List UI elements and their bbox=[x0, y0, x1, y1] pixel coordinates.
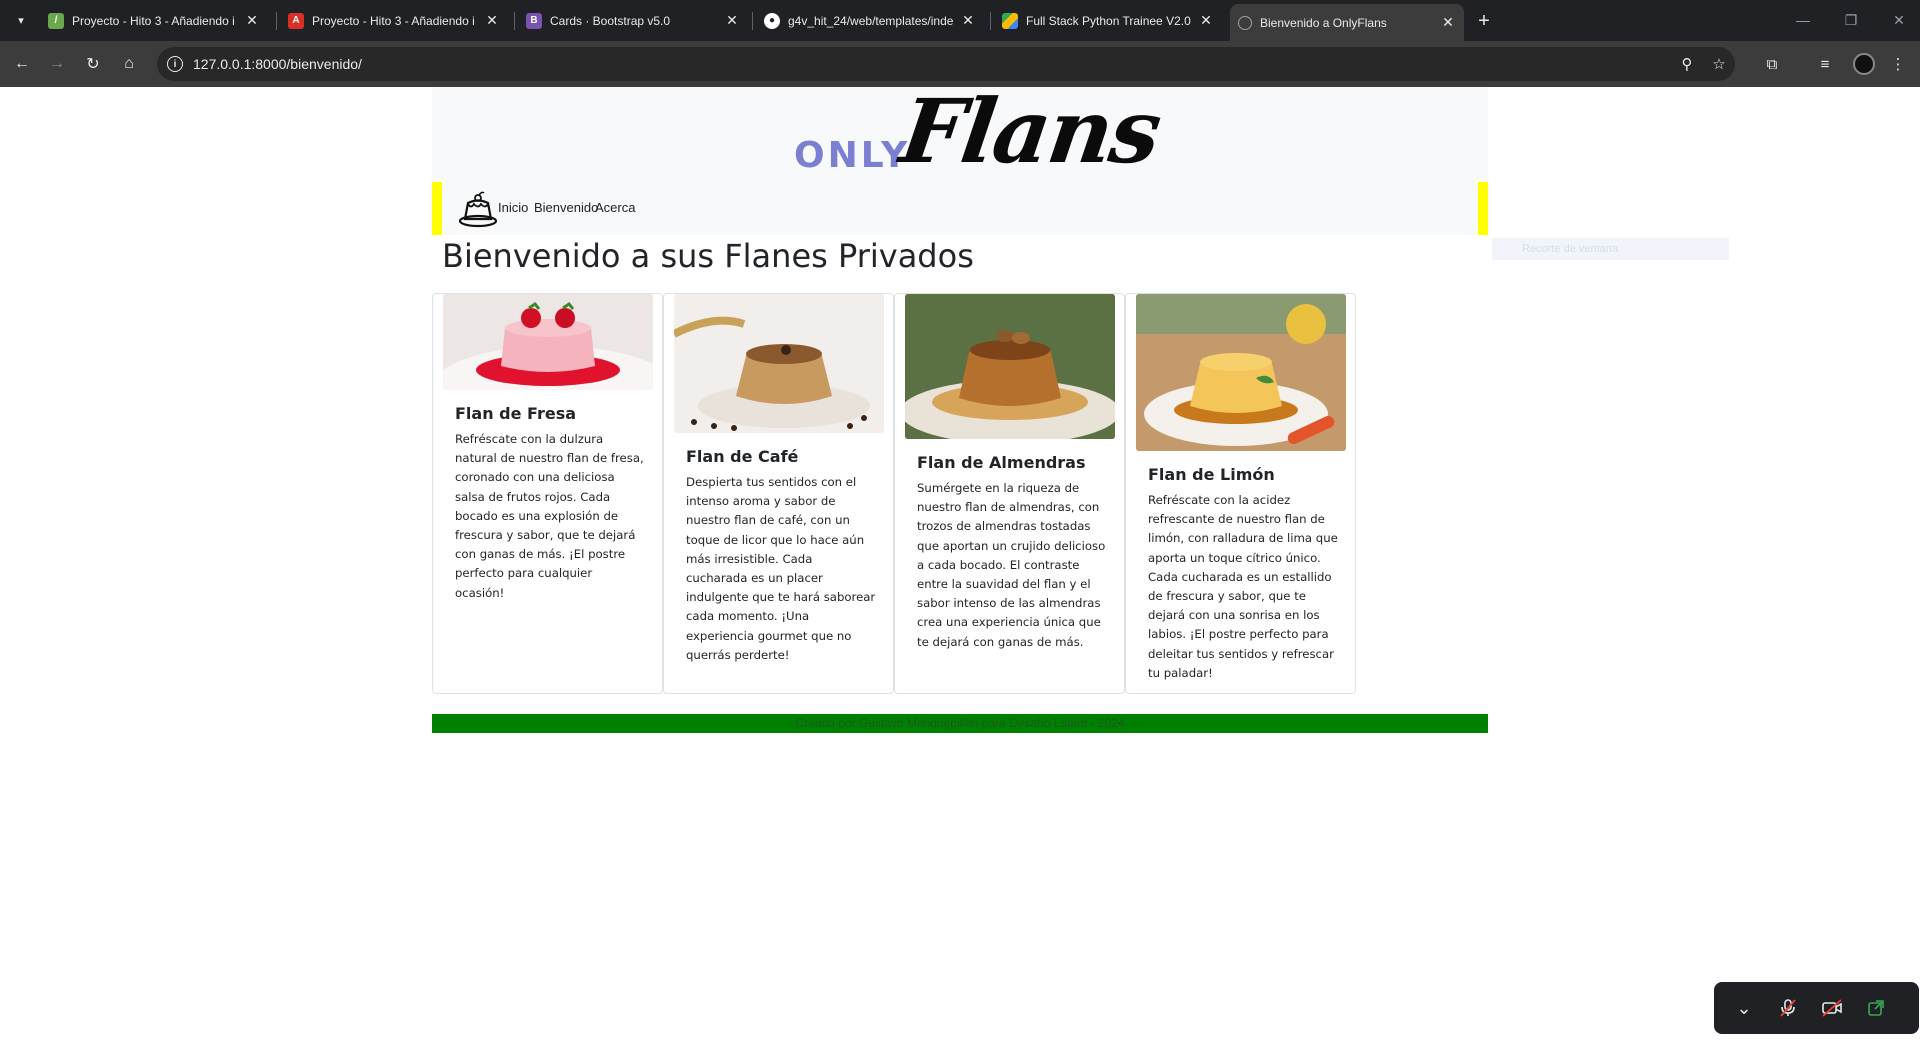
tab-github[interactable]: ● g4v_hit_24/web/templates/inde ✕ bbox=[756, 6, 984, 35]
tab-title: Proyecto - Hito 3 - Añadiendo i bbox=[312, 13, 475, 28]
extensions-icon[interactable]: ⧉ bbox=[1762, 54, 1782, 74]
logo-flans-text: Flans bbox=[894, 79, 1166, 183]
card-text: Despierta tus sentidos con el intenso ar… bbox=[686, 475, 876, 662]
pdf-icon: A bbox=[288, 12, 304, 29]
chevron-down-icon[interactable]: ⌄ bbox=[1732, 996, 1756, 1020]
tab-fullstack-python[interactable]: Full Stack Python Trainee V2.0 C ✕ bbox=[994, 6, 1222, 35]
card-title: Flan de Fresa bbox=[455, 404, 577, 423]
card-flan-almendras: Flan de Almendras Sumérgete en la riquez… bbox=[894, 293, 1125, 694]
zoom-icon[interactable]: ⚲ bbox=[1677, 54, 1697, 74]
web-page: ONLY Flans Inicio Bienvenido Acerca Bien… bbox=[0, 79, 1920, 1040]
menu-kebab-icon[interactable]: ⋮ bbox=[1888, 54, 1908, 74]
back-icon[interactable]: ← bbox=[10, 52, 34, 76]
tab-separator bbox=[276, 12, 277, 30]
page-title: Bienvenido a sus Flanes Privados bbox=[442, 237, 974, 275]
tab-title: Full Stack Python Trainee V2.0 C bbox=[1026, 13, 1192, 28]
card-title: Flan de Limón bbox=[1148, 465, 1275, 484]
tab-search-icon[interactable]: ▾ bbox=[10, 9, 32, 31]
tab-separator bbox=[990, 12, 991, 30]
close-tab-icon[interactable]: ✕ bbox=[244, 12, 260, 29]
notion-like-icon: / bbox=[48, 12, 64, 29]
tab-proyecto-hito3-b[interactable]: A Proyecto - Hito 3 - Añadiendo i ✕ bbox=[280, 6, 508, 35]
close-tab-icon[interactable]: ✕ bbox=[724, 12, 740, 29]
flan-almendras-image bbox=[905, 294, 1115, 439]
site-navbar: Inicio Bienvenido Acerca bbox=[432, 182, 1488, 235]
tab-separator bbox=[752, 12, 753, 30]
close-tab-icon[interactable]: ✕ bbox=[484, 12, 500, 29]
logo-only-text: ONLY bbox=[794, 135, 911, 176]
tab-proyecto-hito3-a[interactable]: / Proyecto - Hito 3 - Añadiendo i ✕ bbox=[40, 6, 268, 35]
flan-logo-icon[interactable] bbox=[458, 190, 498, 228]
card-text: Sumérgete en la riqueza de nuestro flan … bbox=[917, 481, 1106, 649]
site-info-icon[interactable]: i bbox=[167, 56, 183, 72]
site-footer: Creado por Gustavo Manquepillán para Des… bbox=[432, 714, 1488, 733]
globe-icon bbox=[1238, 15, 1252, 30]
card-text: Refréscate con la dulzura natural de nue… bbox=[455, 432, 644, 600]
tab-bootstrap-cards[interactable]: B Cards · Bootstrap v5.0 ✕ bbox=[518, 6, 748, 35]
card-group: Flan de Fresa Refréscate con la dulzura … bbox=[432, 293, 1356, 694]
card-flan-cafe: Flan de Café Despierta tus sentidos con … bbox=[663, 293, 894, 694]
url-text[interactable]: 127.0.0.1:8000/bienvenido/ bbox=[193, 56, 362, 72]
close-tab-icon[interactable]: ✕ bbox=[1440, 14, 1456, 31]
flan-cafe-image bbox=[674, 294, 884, 433]
new-tab-plus-icon[interactable]: + bbox=[1472, 9, 1496, 33]
minimize-icon[interactable]: — bbox=[1788, 8, 1818, 32]
restore-icon[interactable]: ❐ bbox=[1836, 8, 1866, 32]
tab-title: Proyecto - Hito 3 - Añadiendo i bbox=[72, 13, 235, 28]
tab-title: Bienvenido a OnlyFlans bbox=[1260, 15, 1387, 30]
flan-limon-image bbox=[1136, 294, 1346, 451]
github-icon: ● bbox=[764, 12, 780, 29]
card-flan-limon: Flan de Limón Refréscate con la acidez r… bbox=[1125, 293, 1356, 694]
card-text: Refréscate con la acidez refrescante de … bbox=[1148, 493, 1338, 680]
nav-link-bienvenido[interactable]: Bienvenido bbox=[534, 200, 598, 215]
bookmark-star-icon[interactable]: ☆ bbox=[1709, 54, 1729, 74]
media-control-icon[interactable]: ≡ bbox=[1815, 54, 1835, 74]
card-flan-fresa: Flan de Fresa Refréscate con la dulzura … bbox=[432, 293, 663, 694]
site-header: ONLY Flans bbox=[432, 79, 1488, 183]
nav-link-acerca[interactable]: Acerca bbox=[595, 200, 635, 215]
camera-off-icon[interactable] bbox=[1820, 996, 1844, 1020]
close-tab-icon[interactable]: ✕ bbox=[960, 12, 976, 29]
reload-icon[interactable]: ↻ bbox=[81, 52, 105, 76]
address-bar[interactable]: i 127.0.0.1:8000/bienvenido/ ⚲ ☆ bbox=[157, 47, 1735, 81]
meeting-control-bar: ⌄ bbox=[1714, 982, 1919, 1034]
profile-avatar[interactable] bbox=[1853, 53, 1875, 75]
flan-fresa-image bbox=[443, 294, 653, 390]
drive-icon bbox=[1002, 12, 1018, 29]
bootstrap-icon: B bbox=[526, 12, 542, 29]
window-capture-ghost: Recorte de ventana bbox=[1492, 238, 1729, 260]
browser-tabstrip: ▾ / Proyecto - Hito 3 - Añadiendo i ✕ A … bbox=[0, 0, 1920, 41]
card-title: Flan de Almendras bbox=[917, 453, 1086, 472]
window-close-icon[interactable]: ✕ bbox=[1884, 8, 1914, 32]
tab-title: Cards · Bootstrap v5.0 bbox=[550, 13, 671, 28]
nav-link-inicio[interactable]: Inicio bbox=[498, 200, 528, 215]
close-tab-icon[interactable]: ✕ bbox=[1198, 12, 1214, 29]
forward-icon[interactable]: → bbox=[45, 52, 69, 76]
tab-title: g4v_hit_24/web/templates/inde bbox=[788, 13, 954, 28]
tab-separator bbox=[514, 12, 515, 30]
tab-onlyflans[interactable]: Bienvenido a OnlyFlans ✕ bbox=[1230, 4, 1464, 41]
card-title: Flan de Café bbox=[686, 447, 799, 466]
open-external-icon[interactable] bbox=[1864, 996, 1888, 1020]
home-icon[interactable]: ⌂ bbox=[117, 52, 141, 76]
mic-off-icon[interactable] bbox=[1776, 996, 1800, 1020]
